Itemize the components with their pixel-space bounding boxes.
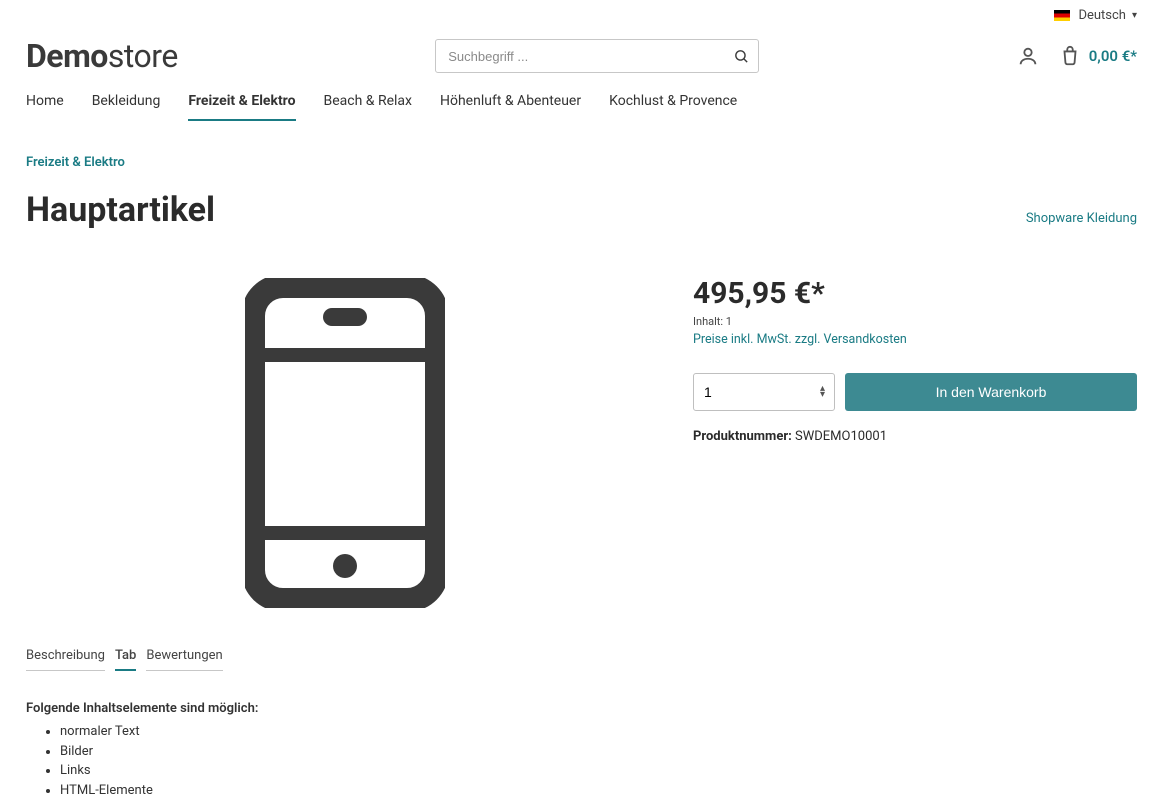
cart-icon (1059, 45, 1081, 67)
list-item: Bilder (60, 742, 1137, 762)
list-item: Links (60, 761, 1137, 781)
user-icon (1017, 45, 1039, 67)
quantity-select-wrap: 1 ▴▾ (693, 373, 835, 411)
language-selector[interactable]: Deutsch ▾ (1054, 8, 1137, 23)
quantity-select[interactable]: 1 (693, 373, 835, 411)
logo-bold: Demo (26, 37, 108, 75)
content-info: Inhalt: 1 (693, 315, 1137, 328)
add-to-cart-button[interactable]: In den Warenkorb (845, 373, 1137, 411)
tab-bewertungen[interactable]: Bewertungen (146, 648, 222, 671)
product-image-phone-icon (245, 278, 445, 608)
content-label: Inhalt: (693, 315, 723, 328)
list-item: normaler Text (60, 722, 1137, 742)
page-title: Hauptartikel (26, 190, 215, 230)
nav-item-kochlust-provence[interactable]: Kochlust & Provence (609, 93, 737, 121)
caret-down-icon: ▾ (1132, 10, 1137, 21)
tax-info-link[interactable]: Preise inkl. MwSt. zzgl. Versandkosten (693, 332, 1137, 347)
sku-value: SWDEMO10001 (795, 429, 887, 444)
product-tabs: Beschreibung Tab Bewertungen (26, 648, 1137, 671)
breadcrumb: Freizeit & Elektro (0, 121, 1163, 178)
content-value: 1 (726, 315, 732, 328)
nav-item-freizeit-elektro[interactable]: Freizeit & Elektro (188, 93, 295, 121)
tab-content-intro: Folgende Inhaltselemente sind möglich: (26, 701, 1137, 716)
tab-content: Folgende Inhaltselemente sind möglich: n… (26, 671, 1137, 800)
flag-de-icon (1054, 10, 1070, 21)
logo-light: store (108, 37, 178, 75)
tab-beschreibung[interactable]: Beschreibung (26, 648, 105, 671)
product-price: 495,95 €* (693, 276, 1137, 311)
sku: Produktnummer: SWDEMO10001 (693, 429, 1137, 444)
search-icon (733, 48, 750, 65)
cart-total: 0,00 €* (1089, 47, 1137, 65)
breadcrumb-link[interactable]: Freizeit & Elektro (26, 155, 125, 170)
nav-item-bekleidung[interactable]: Bekleidung (92, 93, 161, 121)
tab-tab[interactable]: Tab (115, 648, 136, 671)
logo[interactable]: Demostore (26, 37, 178, 75)
nav-item-hoehenluft-abenteuer[interactable]: Höhenluft & Abenteuer (440, 93, 581, 121)
nav-item-home[interactable]: Home (26, 93, 64, 121)
sku-label: Produktnummer: (693, 429, 792, 444)
main-nav: Home Bekleidung Freizeit & Elektro Beach… (0, 85, 1163, 121)
cart-button[interactable]: 0,00 €* (1059, 45, 1137, 67)
account-button[interactable] (1017, 45, 1039, 67)
search-button[interactable] (729, 44, 753, 68)
list-item: HTML-Elemente (60, 781, 1137, 800)
search-input[interactable] (435, 39, 759, 73)
nav-item-beach-relax[interactable]: Beach & Relax (324, 93, 412, 121)
brand-link[interactable]: Shopware Kleidung (1026, 211, 1137, 230)
language-label: Deutsch (1078, 8, 1126, 23)
product-gallery (26, 270, 663, 608)
search-box (435, 39, 759, 73)
